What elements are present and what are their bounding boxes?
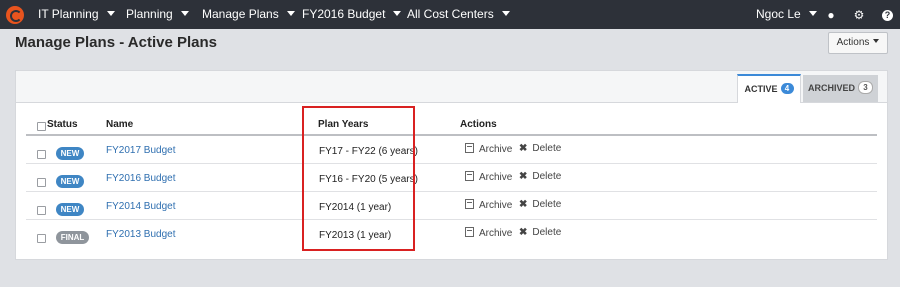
archive-icon	[465, 171, 474, 181]
close-icon: ✖	[519, 171, 528, 182]
archive-button[interactable]: Archive	[465, 199, 512, 211]
archive-label: Archive	[479, 228, 513, 239]
delete-label: Delete	[532, 199, 562, 210]
header-divider	[26, 134, 877, 136]
nav-all-cost-centers[interactable]: All Cost Centers	[407, 0, 510, 29]
chevron-down-icon	[393, 11, 402, 16]
chevron-down-icon	[501, 11, 510, 16]
delete-button[interactable]: ✖ Delete	[519, 227, 561, 238]
actions-label: Actions	[836, 37, 870, 48]
select-all-checkbox[interactable]	[37, 122, 46, 131]
plan-name-link[interactable]: FY2016 Budget	[106, 173, 176, 184]
plan-years-highlight-box	[302, 106, 415, 251]
archive-icon	[465, 227, 474, 237]
app-logo-icon[interactable]	[6, 6, 24, 24]
plan-name-link[interactable]: FY2014 Budget	[106, 201, 176, 212]
chevron-down-icon	[873, 39, 880, 43]
archive-label: Archive	[479, 144, 513, 155]
status-badge: NEW	[56, 203, 84, 216]
plan-name-link[interactable]: FY2017 Budget	[106, 145, 176, 156]
nav-planning[interactable]: Planning	[126, 0, 189, 29]
row-divider	[26, 219, 877, 220]
user-name: Ngoc Le	[756, 7, 801, 21]
nav-label: All Cost Centers	[407, 7, 494, 21]
row-checkbox[interactable]	[37, 234, 46, 243]
archive-label: Archive	[479, 172, 513, 183]
delete-button[interactable]: ✖ Delete	[519, 143, 561, 154]
plan-name-link[interactable]: FY2013 Budget	[106, 229, 176, 240]
tab-active[interactable]: ACTIVE 4	[737, 74, 801, 103]
delete-label: Delete	[532, 171, 562, 182]
archive-icon	[465, 143, 474, 153]
tab-count-badge: 3	[858, 81, 873, 94]
panel-tab-bar: ACTIVE 4 ARCHIVED 3	[16, 71, 887, 103]
chat-icon[interactable]: ●	[824, 8, 838, 22]
chevron-down-icon	[180, 11, 189, 16]
archive-button[interactable]: Archive	[465, 227, 512, 239]
delete-label: Delete	[532, 143, 562, 154]
nav-label: FY2016 Budget	[302, 7, 386, 21]
user-menu[interactable]: Ngoc Le	[756, 0, 817, 29]
row-checkbox[interactable]	[37, 206, 46, 215]
row-checkbox[interactable]	[37, 150, 46, 159]
tab-label: ARCHIVED	[807, 83, 855, 93]
close-icon: ✖	[519, 199, 528, 210]
tab-archived[interactable]: ARCHIVED 3	[803, 75, 878, 102]
archive-button[interactable]: Archive	[465, 143, 512, 155]
help-icon[interactable]: ?	[882, 10, 893, 21]
chevron-down-icon	[808, 11, 817, 16]
close-icon: ✖	[519, 143, 528, 154]
status-badge: NEW	[56, 147, 84, 160]
archive-icon	[465, 199, 474, 209]
actions-dropdown-button[interactable]: Actions	[828, 32, 888, 54]
status-badge: FINAL	[56, 231, 89, 244]
chevron-down-icon	[286, 11, 295, 16]
row-checkbox[interactable]	[37, 178, 46, 187]
delete-label: Delete	[532, 227, 562, 238]
nav-manage-plans[interactable]: Manage Plans	[202, 0, 295, 29]
tab-count-badge: 4	[780, 83, 794, 94]
archive-button[interactable]: Archive	[465, 171, 512, 183]
close-icon: ✖	[519, 227, 528, 238]
row-divider	[26, 191, 877, 192]
archive-label: Archive	[479, 200, 513, 211]
nav-it-planning[interactable]: IT Planning	[38, 0, 115, 29]
nav-fy2016-budget[interactable]: FY2016 Budget	[302, 0, 402, 29]
tab-label: ACTIVE	[744, 84, 778, 94]
column-header-actions: Actions	[460, 119, 497, 130]
nav-label: Planning	[126, 7, 173, 21]
top-nav-bar: IT Planning Planning Manage Plans FY2016…	[0, 0, 900, 29]
page-title: Manage Plans - Active Plans	[15, 34, 218, 51]
chevron-down-icon	[106, 11, 115, 16]
nav-label: IT Planning	[38, 7, 99, 21]
plans-panel: ACTIVE 4 ARCHIVED 3 Status Name Plan Years…	[15, 70, 888, 260]
column-header-name[interactable]: Name	[106, 119, 133, 130]
gear-icon[interactable]: ⚙	[852, 8, 866, 22]
status-badge: NEW	[56, 175, 84, 188]
delete-button[interactable]: ✖ Delete	[519, 199, 561, 210]
delete-button[interactable]: ✖ Delete	[519, 171, 561, 182]
nav-label: Manage Plans	[202, 7, 279, 21]
row-divider	[26, 163, 877, 164]
column-header-status[interactable]: Status	[47, 119, 78, 130]
